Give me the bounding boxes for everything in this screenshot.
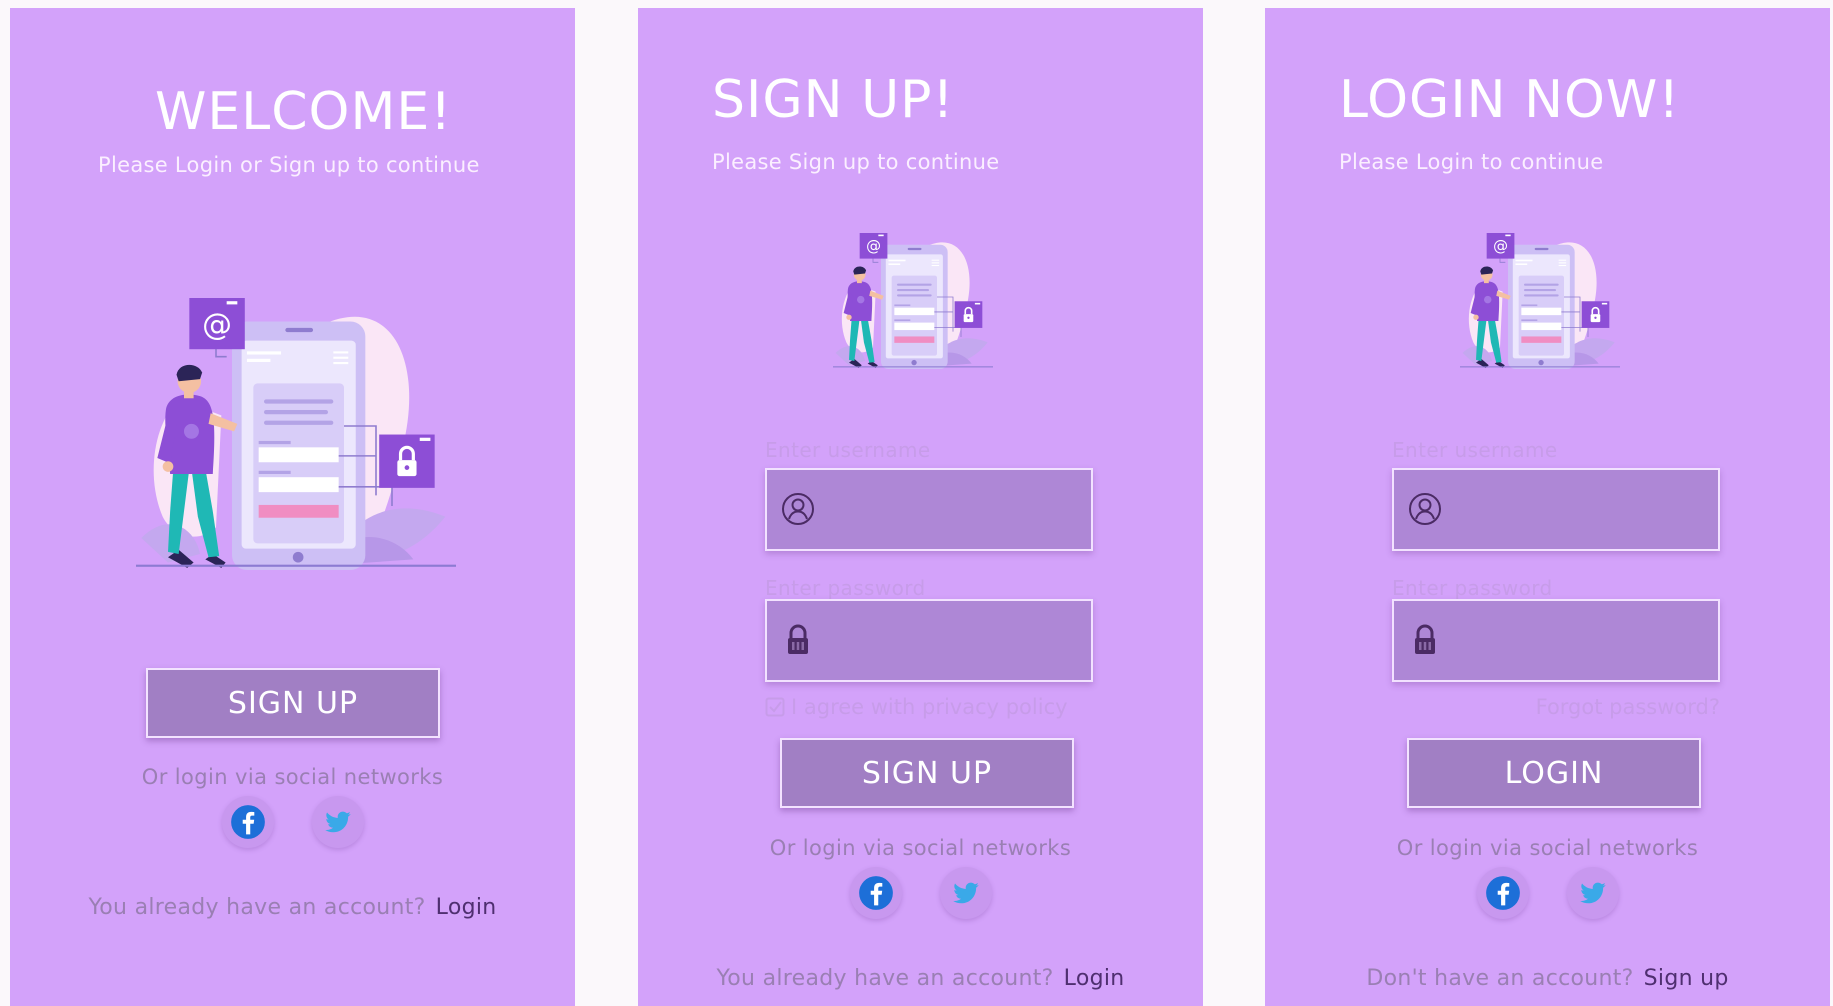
username-input[interactable] (829, 470, 1083, 551)
privacy-agree[interactable]: I agree with privacy policy (765, 695, 1068, 719)
account-question: You already have an account? (716, 966, 1054, 991)
signup-button[interactable]: SIGN UP (146, 668, 440, 738)
username-field[interactable] (1392, 468, 1720, 551)
twitter-icon (952, 882, 979, 904)
login-link[interactable]: Login (436, 895, 497, 920)
username-label: Enter username (1392, 438, 1558, 462)
account-prompt: You already have an account? Login (638, 966, 1203, 991)
username-input[interactable] (1456, 470, 1710, 551)
account-question: You already have an account? (88, 895, 426, 920)
password-field[interactable] (1392, 599, 1720, 682)
login-link[interactable]: Login (1064, 966, 1125, 991)
twitter-button[interactable] (1566, 867, 1619, 919)
username-field[interactable] (765, 468, 1093, 551)
social-login-text: Or login via social networks (1396, 836, 1699, 860)
login-screen: LOGIN NOW! Please Login to continue Ente… (1265, 8, 1830, 1006)
signup-button[interactable]: SIGN UP (780, 738, 1074, 808)
password-field[interactable] (765, 599, 1093, 682)
social-buttons (10, 796, 575, 848)
login-button[interactable]: LOGIN (1407, 738, 1701, 808)
facebook-icon (1485, 876, 1520, 910)
social-buttons (638, 867, 1203, 919)
signup-title: SIGN UP! (712, 70, 955, 130)
username-label: Enter username (765, 438, 931, 462)
facebook-icon (230, 805, 265, 839)
account-prompt: Don't have an account? Sign up (1265, 966, 1830, 991)
checkbox-checked-icon[interactable] (765, 697, 785, 717)
social-buttons (1265, 867, 1830, 919)
social-login-text: Or login via social networks (141, 765, 444, 789)
password-label: Enter password (765, 576, 926, 600)
password-label: Enter password (1392, 576, 1553, 600)
facebook-button[interactable] (849, 867, 902, 919)
facebook-button[interactable] (1476, 867, 1529, 919)
login-subtitle: Please Login to continue (1339, 150, 1604, 174)
twitter-icon (1579, 882, 1606, 904)
login-illustration (136, 298, 456, 572)
social-login-text: Or login via social networks (769, 836, 1072, 860)
forgot-password-link[interactable]: Forgot password? (1536, 695, 1720, 719)
lock-icon (786, 624, 810, 656)
user-circle-icon (1409, 493, 1441, 525)
privacy-agree-label: I agree with privacy policy (791, 695, 1068, 719)
welcome-title: WELCOME! (155, 82, 453, 142)
signup-screen: SIGN UP! Please Sign up to continue Ente… (638, 8, 1203, 1006)
signup-subtitle: Please Sign up to continue (712, 150, 1000, 174)
lock-icon (1413, 624, 1437, 656)
user-circle-icon (782, 493, 814, 525)
password-input[interactable] (1456, 601, 1710, 682)
login-illustration (1460, 233, 1620, 370)
welcome-screen: WELCOME! Please Login or Sign up to cont… (10, 8, 575, 1006)
facebook-icon (858, 876, 893, 910)
welcome-subtitle: Please Login or Sign up to continue (98, 153, 480, 177)
login-title: LOGIN NOW! (1339, 70, 1681, 130)
signup-illustration (833, 233, 993, 370)
twitter-button[interactable] (939, 867, 992, 919)
password-input[interactable] (829, 601, 1083, 682)
signup-link[interactable]: Sign up (1644, 966, 1729, 991)
account-question: Don't have an account? (1366, 966, 1634, 991)
account-prompt: You already have an account? Login (10, 895, 575, 920)
twitter-button[interactable] (311, 796, 364, 848)
twitter-icon (324, 811, 351, 833)
facebook-button[interactable] (221, 796, 274, 848)
